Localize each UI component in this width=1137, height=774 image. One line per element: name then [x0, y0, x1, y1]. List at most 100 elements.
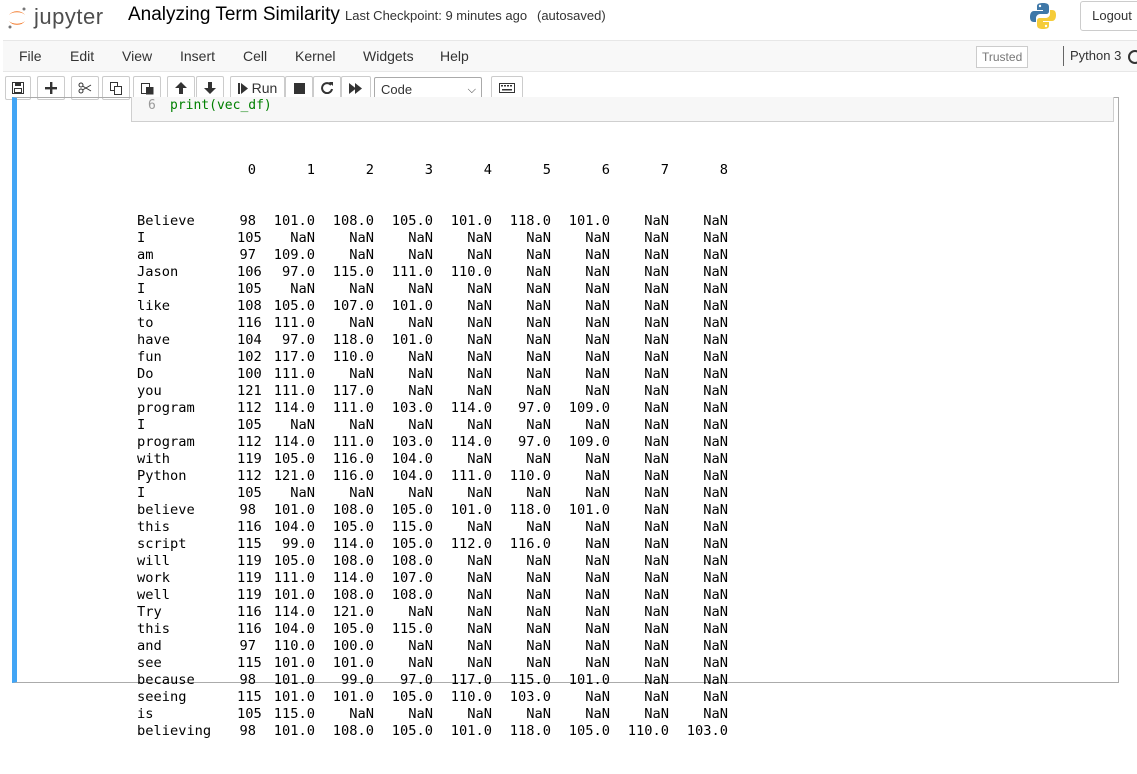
table-cell: NaN	[526, 315, 551, 331]
table-cell: 98	[239, 723, 256, 739]
kernel-separator	[1063, 46, 1064, 66]
row-label: like	[137, 298, 170, 314]
table-cell: 105.0	[332, 621, 374, 637]
table-cell: 105.0	[391, 536, 433, 552]
menu-kernel[interactable]: Kernel	[295, 48, 335, 64]
table-cell: NaN	[703, 570, 728, 586]
menu-cell[interactable]: Cell	[243, 48, 267, 64]
menu-edit[interactable]: Edit	[70, 48, 94, 64]
table-cell: NaN	[408, 604, 433, 620]
table-row: Do 100 111.0 NaN NaN NaN NaN NaN NaN NaN	[137, 366, 728, 383]
menu-file[interactable]: File	[19, 48, 42, 64]
table-cell: NaN	[644, 247, 669, 263]
table-cell: NaN	[585, 264, 610, 280]
table-cell: NaN	[408, 315, 433, 331]
table-cell: 101.0	[568, 672, 610, 688]
menu-view[interactable]: View	[122, 48, 152, 64]
table-cell: NaN	[526, 332, 551, 348]
table-cell: NaN	[585, 570, 610, 586]
table-cell: 105.0	[568, 723, 610, 739]
table-cell: 114.0	[273, 604, 315, 620]
table-cell: 104.0	[273, 621, 315, 637]
table-cell: NaN	[467, 383, 492, 399]
table-cell: NaN	[703, 536, 728, 552]
table-cell: 105	[237, 485, 262, 501]
table-cell: NaN	[644, 587, 669, 603]
table-cell: 98	[239, 672, 256, 688]
table-cell: NaN	[526, 281, 551, 297]
table-cell: 112	[237, 400, 262, 416]
arrow-down-icon	[204, 82, 216, 94]
row-label: Do	[137, 366, 154, 382]
table-cell: 114.0	[273, 400, 315, 416]
row-label: you	[137, 383, 162, 399]
table-cell: NaN	[585, 485, 610, 501]
table-cell: 114.0	[332, 570, 374, 586]
table-row: well 119 101.0 108.0 108.0 NaN NaN NaN NaN NaN	[137, 587, 728, 604]
table-cell: 114.0	[450, 400, 492, 416]
table-cell: NaN	[467, 570, 492, 586]
column-header: 1	[306, 162, 315, 178]
table-row: with 119 105.0 116.0 104.0 NaN NaN NaN NaN NaN	[137, 451, 728, 468]
table-cell: NaN	[703, 400, 728, 416]
table-cell: 117.0	[450, 672, 492, 688]
table-cell: 116.0	[509, 536, 551, 552]
table-cell: NaN	[408, 485, 433, 501]
table-cell: NaN	[585, 468, 610, 484]
scissors-icon	[78, 82, 92, 94]
table-cell: NaN	[644, 434, 669, 450]
output-header-row: 0 1 2 3 4 5 6 7 8	[137, 162, 728, 179]
row-label: and	[137, 638, 162, 654]
table-cell: 97.0	[282, 332, 315, 348]
table-cell: NaN	[644, 400, 669, 416]
row-label: I	[137, 230, 146, 246]
table-cell: NaN	[526, 587, 551, 603]
menu-help[interactable]: Help	[440, 48, 469, 64]
table-row: see 115 101.0 101.0 NaN NaN NaN NaN NaN NaN	[137, 655, 728, 672]
step-forward-icon	[237, 82, 248, 94]
column-header: 8	[719, 162, 728, 178]
cell-input-area[interactable]	[131, 97, 1114, 122]
table-cell: NaN	[526, 366, 551, 382]
table-cell: NaN	[467, 298, 492, 314]
table-cell: 105	[237, 281, 262, 297]
table-cell: 112.0	[450, 536, 492, 552]
row-label: Try	[137, 604, 162, 620]
kernel-name[interactable]: Python 3	[1070, 48, 1121, 63]
menubar: File Edit View Insert Cell Kernel Widget…	[3, 40, 1137, 72]
table-cell: NaN	[644, 485, 669, 501]
jupyter-logo[interactable]: jupyter	[6, 3, 104, 31]
menu-widgets[interactable]: Widgets	[363, 48, 414, 64]
copy-icon	[109, 81, 123, 95]
table-cell: NaN	[644, 519, 669, 535]
plus-icon	[45, 82, 57, 94]
table-cell: NaN	[644, 468, 669, 484]
table-cell: NaN	[644, 332, 669, 348]
table-cell: NaN	[703, 655, 728, 671]
logout-button[interactable]: Logout	[1080, 1, 1137, 31]
menu-insert[interactable]: Insert	[180, 48, 215, 64]
column-header: 3	[424, 162, 433, 178]
code-line[interactable]: print(vec_df)	[170, 98, 272, 113]
table-cell: NaN	[703, 587, 728, 603]
table-cell: NaN	[585, 621, 610, 637]
table-cell: NaN	[467, 655, 492, 671]
table-cell: 105.0	[273, 553, 315, 569]
notebook-title[interactable]: Analyzing Term Similarity	[128, 4, 340, 26]
table-row: this 116 104.0 105.0 115.0 NaN NaN NaN NaN NaN	[137, 519, 728, 536]
table-cell: NaN	[526, 485, 551, 501]
notebook-container: 6 print(vec_df) 0 1 2 3 4 5 6 7 8 Believe 98 101.0…	[0, 97, 1137, 739]
table-cell: NaN	[703, 706, 728, 722]
table-cell: 101.0	[391, 332, 433, 348]
table-cell: NaN	[408, 638, 433, 654]
table-cell: 98	[239, 213, 256, 229]
trusted-indicator[interactable]: Trusted	[976, 46, 1029, 68]
table-cell: 116.0	[332, 451, 374, 467]
table-cell: NaN	[703, 621, 728, 637]
table-cell: NaN	[703, 485, 728, 501]
table-cell: NaN	[585, 298, 610, 314]
table-cell: NaN	[703, 315, 728, 331]
table-cell: 111.0	[332, 400, 374, 416]
row-label: this	[137, 519, 170, 535]
row-label: this	[137, 621, 170, 637]
